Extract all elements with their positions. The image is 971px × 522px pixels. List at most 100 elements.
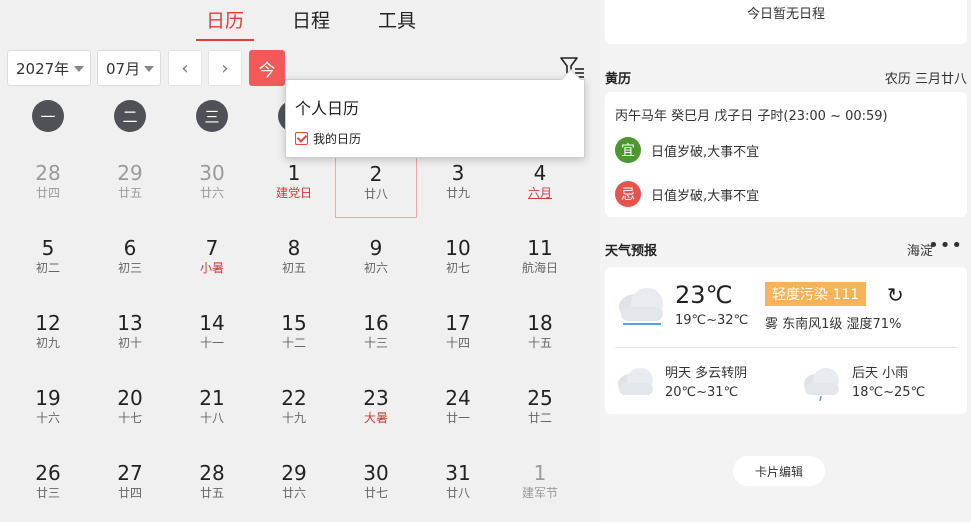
- day-cell[interactable]: 6 初三: [89, 228, 171, 293]
- day-cell[interactable]: 23 大暑: [335, 378, 417, 443]
- day-cell[interactable]: 1 建党日: [253, 153, 335, 218]
- prev-month-button[interactable]: ‹: [168, 50, 202, 86]
- side-panel: 今日暂无日程 黄历 农历 三月廿八 丙午马年 癸巳月 戊子日 子时(23:00 …: [600, 0, 971, 522]
- day-number: 30: [363, 461, 389, 485]
- day-cell[interactable]: 20 十七: [89, 378, 171, 443]
- day-cell[interactable]: 28 廿五: [171, 453, 253, 518]
- day-cell[interactable]: 21 十八: [171, 378, 253, 443]
- day-number: 25: [527, 386, 553, 410]
- day-cell[interactable]: 26 廿三: [7, 453, 89, 518]
- day-cell[interactable]: 22 十九: [253, 378, 335, 443]
- day-cell[interactable]: 27 廿四: [89, 453, 171, 518]
- tab-schedule[interactable]: 日程: [282, 4, 340, 41]
- lunar-date-label: 十五: [527, 336, 552, 350]
- refresh-icon[interactable]: ↻: [887, 283, 904, 307]
- year-select[interactable]: 2027年: [7, 50, 91, 86]
- day-cell-selected[interactable]: 2 廿八: [335, 153, 417, 218]
- almanac-title: 黄历: [605, 72, 632, 87]
- day-cell[interactable]: 18 十五: [499, 303, 581, 368]
- after-tomorrow-range: 18℃~25℃: [852, 385, 926, 400]
- after-tomorrow-forecast: 后天 小雨 18℃~25℃: [852, 364, 925, 402]
- card-edit-button[interactable]: 卡片编辑: [733, 456, 825, 486]
- day-number: 23: [363, 386, 389, 410]
- ji-text: 日值岁破,大事不宜: [651, 188, 760, 204]
- day-cell[interactable]: 31 廿八: [417, 453, 499, 518]
- more-dots-icon[interactable]: •••: [928, 235, 963, 256]
- yi-badge: 宜: [615, 137, 641, 163]
- day-cell[interactable]: 16 十三: [335, 303, 417, 368]
- lunar-date-label: 建军节: [521, 486, 558, 500]
- next-month-button[interactable]: ›: [208, 50, 242, 86]
- lunar-date-label: 初六: [363, 261, 388, 275]
- day-cell[interactable]: 5 初二: [7, 228, 89, 293]
- day-number: 8: [287, 236, 301, 260]
- weekday-cell: 二: [89, 100, 171, 132]
- chevron-down-icon: [144, 66, 154, 72]
- day-number: 7: [205, 236, 219, 260]
- day-number: 2: [369, 162, 383, 186]
- day-cell[interactable]: 29 廿五: [89, 153, 171, 218]
- lunar-date-label: 廿二: [527, 411, 552, 425]
- aqi-badge: 轻度污染 111: [765, 282, 867, 306]
- day-number: 26: [35, 461, 61, 485]
- lunar-date-label: 十一: [199, 336, 224, 350]
- day-cell[interactable]: 30 廿六: [171, 153, 253, 218]
- day-cell[interactable]: 4 六月: [499, 153, 581, 218]
- weather-detail: 雾 东南风1级 湿度71%: [765, 317, 902, 332]
- week-row: 28 廿四 29 廿五 30 廿六 1 建党日 2 廿八 3 廿九 4 六月: [7, 153, 581, 228]
- personal-calendar-popup: 个人日历 我的日历: [285, 69, 585, 158]
- day-number: 13: [117, 311, 143, 335]
- day-cell[interactable]: 8 初五: [253, 228, 335, 293]
- lunar-date-label: 十八: [199, 411, 224, 425]
- day-cell[interactable]: 28 廿四: [7, 153, 89, 218]
- lunar-date-label: 初十: [117, 336, 142, 350]
- day-cell[interactable]: 1 建军节: [499, 453, 581, 518]
- my-calendar-checkbox[interactable]: 我的日历: [295, 130, 361, 147]
- day-cell[interactable]: 11 航海日: [499, 228, 581, 293]
- lunar-date-label: 十三: [363, 336, 388, 350]
- day-cell[interactable]: 15 十二: [253, 303, 335, 368]
- day-cell[interactable]: 13 初十: [89, 303, 171, 368]
- day-cell[interactable]: 24 廿一: [417, 378, 499, 443]
- almanac-card[interactable]: 丙午马年 癸巳月 戊子日 子时(23:00 ~ 00:59) 宜 日值岁破,大事…: [605, 92, 967, 217]
- day-cell[interactable]: 9 初六: [335, 228, 417, 293]
- lunar-date-label: 廿八: [363, 187, 388, 201]
- tab-calendar[interactable]: 日历: [196, 4, 255, 41]
- day-number: 6: [123, 236, 137, 260]
- day-cell[interactable]: 10 初七: [417, 228, 499, 293]
- lunar-date-label: 十二: [281, 336, 306, 350]
- calendar-grid: 28 廿四 29 廿五 30 廿六 1 建党日 2 廿八 3 廿九 4 六月 5 初二 6 初三 7 小暑 8 初五 9 初六…: [7, 153, 581, 522]
- yi-text: 日值岁破,大事不宜: [651, 144, 760, 160]
- year-value: 2027年: [16, 59, 70, 78]
- weather-card[interactable]: 23℃ 19℃~32℃ 轻度污染 111 ↻ 雾 东南风1级 湿度71% 明天 …: [605, 267, 967, 414]
- day-number: 11: [527, 236, 553, 260]
- tab-tools[interactable]: 工具: [368, 4, 426, 41]
- day-cell[interactable]: 29 廿六: [253, 453, 335, 518]
- today-button[interactable]: 今: [249, 50, 285, 86]
- day-cell[interactable]: 7 小暑: [171, 228, 253, 293]
- day-number: 14: [199, 311, 225, 335]
- ji-row: 忌 日值岁破,大事不宜: [615, 181, 759, 207]
- no-schedule-text: 今日暂无日程: [746, 7, 825, 22]
- day-cell[interactable]: 12 初九: [7, 303, 89, 368]
- lunar-date-label: 建党日: [275, 186, 312, 200]
- day-number: 18: [527, 311, 553, 335]
- day-cell[interactable]: 14 十一: [171, 303, 253, 368]
- day-number: 22: [281, 386, 307, 410]
- month-value: 07月: [106, 59, 141, 78]
- yi-row: 宜 日值岁破,大事不宜: [615, 137, 759, 163]
- day-cell[interactable]: 25 廿二: [499, 378, 581, 443]
- calendar-panel: 日历 日程 工具 2027年 07月 ‹ › 今 一二三四五六日 28廿四29廿…: [0, 0, 600, 522]
- day-number: 16: [363, 311, 389, 335]
- week-row: 19 十六 20 十七 21 十八 22 十九 23 大暑 24 廿一 25 廿二: [7, 378, 581, 453]
- ganzhi-text: 丙午马年 癸巳月 戊子日 子时(23:00 ~ 00:59): [615, 109, 888, 124]
- day-cell[interactable]: 17 十四: [417, 303, 499, 368]
- day-cell[interactable]: 19 十六: [7, 378, 89, 443]
- day-number: 24: [445, 386, 471, 410]
- cloudy-weather-icon: [619, 288, 663, 325]
- day-cell[interactable]: 30 廿七: [335, 453, 417, 518]
- my-calendar-label: 我的日历: [313, 132, 362, 146]
- day-cell[interactable]: 3 廿九: [417, 153, 499, 218]
- month-select[interactable]: 07月: [97, 50, 161, 86]
- weekday-cell: 一: [7, 100, 89, 132]
